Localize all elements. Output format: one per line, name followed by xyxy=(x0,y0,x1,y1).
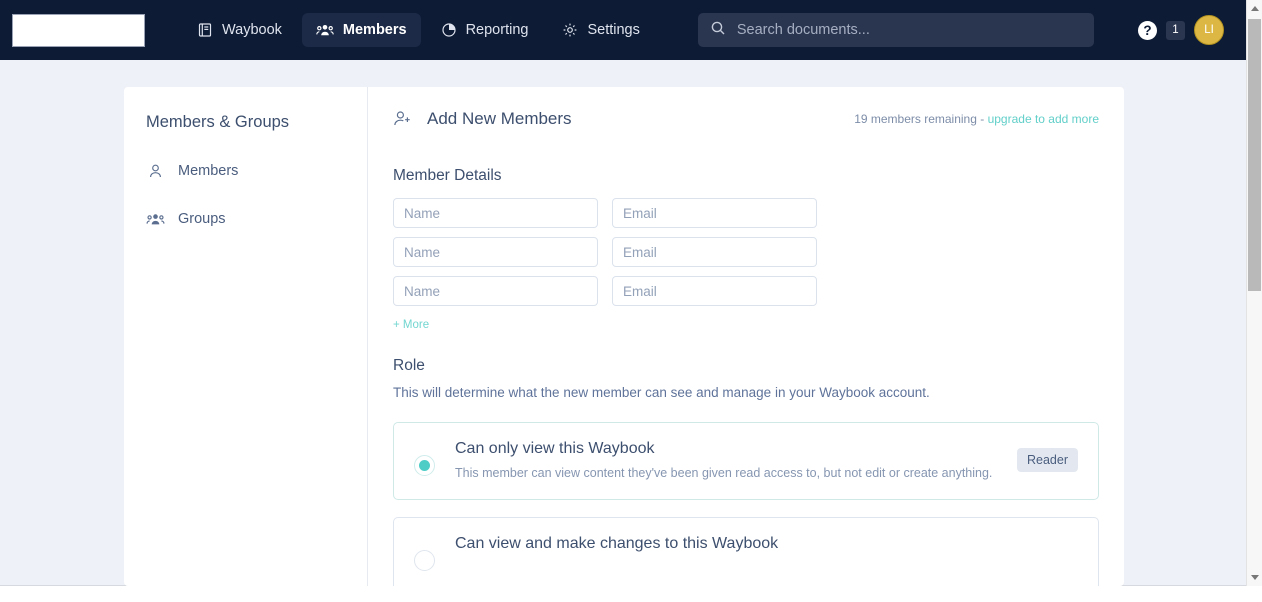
role-option-description: This member can view content they've bee… xyxy=(455,466,998,480)
scrollbar-thumb[interactable] xyxy=(1248,19,1261,291)
radio-reader[interactable] xyxy=(414,455,435,476)
nav-item-label: Waybook xyxy=(222,22,282,38)
app-viewport: Waybook Members xyxy=(0,0,1262,602)
notification-badge[interactable]: 1 xyxy=(1166,21,1185,40)
email-input-1[interactable] xyxy=(612,198,817,228)
email-input-2[interactable] xyxy=(612,237,817,267)
role-option-body: Can only view this Waybook This member c… xyxy=(455,440,1078,480)
email-input-3[interactable] xyxy=(612,276,817,306)
search-input[interactable] xyxy=(737,22,1082,38)
role-option-title: Can view and make changes to this Wayboo… xyxy=(455,535,998,553)
search-icon xyxy=(710,20,726,41)
role-option-body: Can view and make changes to this Wayboo… xyxy=(455,535,1078,561)
gear-icon xyxy=(562,22,578,38)
book-icon xyxy=(197,22,213,38)
search-bar[interactable] xyxy=(698,13,1094,47)
member-row-2 xyxy=(393,237,1099,267)
group-icon xyxy=(146,211,165,227)
name-input-1[interactable] xyxy=(393,198,598,228)
avatar[interactable]: LI xyxy=(1194,15,1224,45)
nav-item-reporting[interactable]: Reporting xyxy=(427,13,543,47)
sidebar-item-label: Groups xyxy=(178,211,226,227)
panel-sidebar-title: Members & Groups xyxy=(146,113,367,132)
quota-text: 19 members remaining - upgrade to add mo… xyxy=(854,112,1099,126)
nav-item-settings[interactable]: Settings xyxy=(548,13,653,47)
topbar-actions: ? 1 LI xyxy=(1138,15,1246,45)
member-row-1 xyxy=(393,198,1099,228)
role-option-editor[interactable]: Can view and make changes to this Wayboo… xyxy=(393,517,1099,586)
name-input-3[interactable] xyxy=(393,276,598,306)
scroll-up-arrow-icon[interactable] xyxy=(1247,0,1262,17)
role-option-title: Can only view this Waybook xyxy=(455,440,998,458)
top-navigation-bar: Waybook Members xyxy=(0,0,1246,60)
person-icon xyxy=(146,163,165,179)
vertical-scrollbar[interactable] xyxy=(1246,0,1262,586)
nav-item-label: Reporting xyxy=(466,22,529,38)
workspace-logo[interactable] xyxy=(12,14,145,47)
role-section-description: This will determine what the new member … xyxy=(393,385,1099,400)
sidebar-item-members[interactable]: Members xyxy=(146,159,367,183)
scroll-down-arrow-icon[interactable] xyxy=(1247,569,1262,586)
members-panel: Members & Groups Members xyxy=(124,87,1124,586)
content-header: Add New Members 19 members remaining - u… xyxy=(393,109,1099,129)
nav-item-label: Settings xyxy=(587,22,639,38)
member-details-label: Member Details xyxy=(393,167,1099,185)
panel-sidebar: Members & Groups Members xyxy=(124,87,368,586)
members-icon xyxy=(316,22,334,38)
name-input-2[interactable] xyxy=(393,237,598,267)
nav-item-waybook[interactable]: Waybook xyxy=(183,13,296,47)
role-section-title: Role xyxy=(393,357,1099,375)
role-option-reader[interactable]: Can only view this Waybook This member c… xyxy=(393,422,1099,500)
person-add-icon xyxy=(393,109,413,129)
member-row-3 xyxy=(393,276,1099,306)
status-badge: Reader xyxy=(1017,448,1078,472)
upgrade-link[interactable]: upgrade to add more xyxy=(988,112,1099,126)
radio-editor[interactable] xyxy=(414,550,435,571)
sidebar-item-label: Members xyxy=(178,163,238,179)
quota-count: 19 members remaining - xyxy=(854,112,987,126)
add-more-rows-link[interactable]: + More xyxy=(393,319,429,331)
help-icon[interactable]: ? xyxy=(1138,21,1157,40)
page-title: Add New Members xyxy=(427,109,572,129)
panel-content: Add New Members 19 members remaining - u… xyxy=(368,87,1124,586)
sidebar-item-groups[interactable]: Groups xyxy=(146,207,367,231)
nav-item-label: Members xyxy=(343,22,407,38)
nav-item-members[interactable]: Members xyxy=(302,13,421,47)
pie-chart-icon xyxy=(441,22,457,38)
primary-nav: Waybook Members xyxy=(183,13,654,47)
